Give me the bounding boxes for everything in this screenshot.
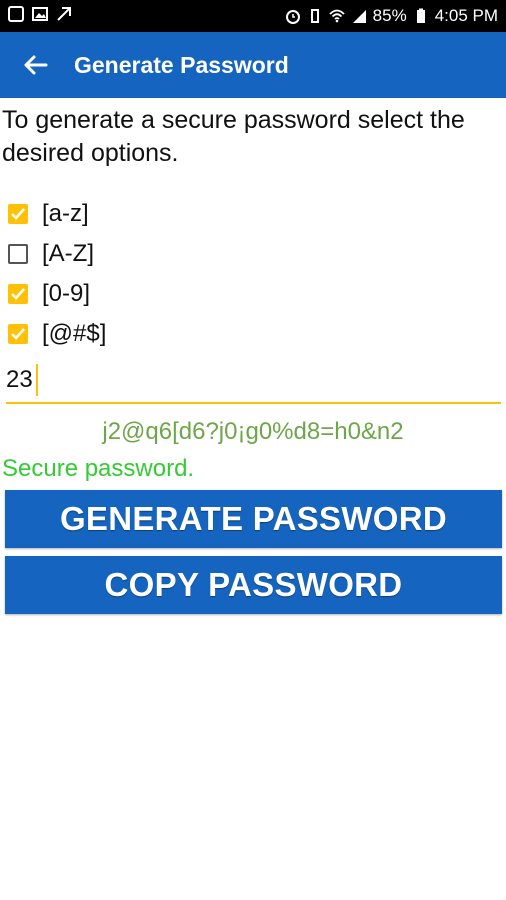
options-list: [a-z] [A-Z] [0-9] [@#$] — [8, 194, 106, 354]
generate-password-button[interactable]: GENERATE PASSWORD — [5, 490, 502, 548]
option-digits[interactable]: [0-9] — [8, 274, 106, 314]
option-label: [a-z] — [42, 200, 89, 227]
clock: 4:05 PM — [434, 6, 498, 25]
back-arrow-icon[interactable] — [20, 50, 50, 80]
option-lowercase[interactable]: [a-z] — [8, 194, 106, 234]
battery-icon — [416, 8, 425, 23]
system-icons: 85% 4:05 PM — [285, 6, 498, 26]
option-label: [A-Z] — [42, 240, 94, 267]
alarm-icon — [285, 10, 300, 24]
option-symbols[interactable]: [@#$] — [8, 314, 106, 354]
check-icon — [11, 288, 25, 300]
checkbox-lowercase[interactable] — [8, 204, 28, 224]
wifi-icon — [329, 9, 345, 23]
notification-icon — [8, 6, 24, 22]
checkbox-uppercase[interactable] — [8, 244, 28, 264]
page-title: Generate Password — [74, 52, 289, 78]
option-label: [@#$] — [42, 320, 107, 347]
length-field[interactable] — [6, 360, 501, 404]
text-caret — [36, 364, 38, 396]
vibrate-icon — [310, 9, 319, 23]
battery-percent: 85% — [372, 6, 407, 25]
option-label: [0-9] — [42, 280, 91, 307]
intro-text: To generate a secure password select the… — [2, 106, 465, 167]
status-bar: 85% 4:05 PM — [0, 0, 506, 32]
option-uppercase[interactable]: [A-Z] — [8, 234, 106, 274]
image-icon — [32, 7, 48, 21]
generated-password: j2@q6[d6?j0¡g0%d8=h0&n2 — [102, 418, 404, 445]
check-icon — [11, 208, 25, 220]
copy-password-button[interactable]: COPY PASSWORD — [5, 556, 502, 614]
length-input[interactable] — [6, 360, 486, 400]
download-icon — [57, 7, 71, 21]
notification-icons — [8, 6, 72, 22]
check-icon — [11, 328, 25, 340]
checkbox-symbols[interactable] — [8, 324, 28, 344]
checkbox-digits[interactable] — [8, 284, 28, 304]
strength-label: Secure password. — [2, 455, 195, 482]
app-bar: Generate Password — [0, 32, 506, 98]
signal-icon — [352, 10, 366, 23]
